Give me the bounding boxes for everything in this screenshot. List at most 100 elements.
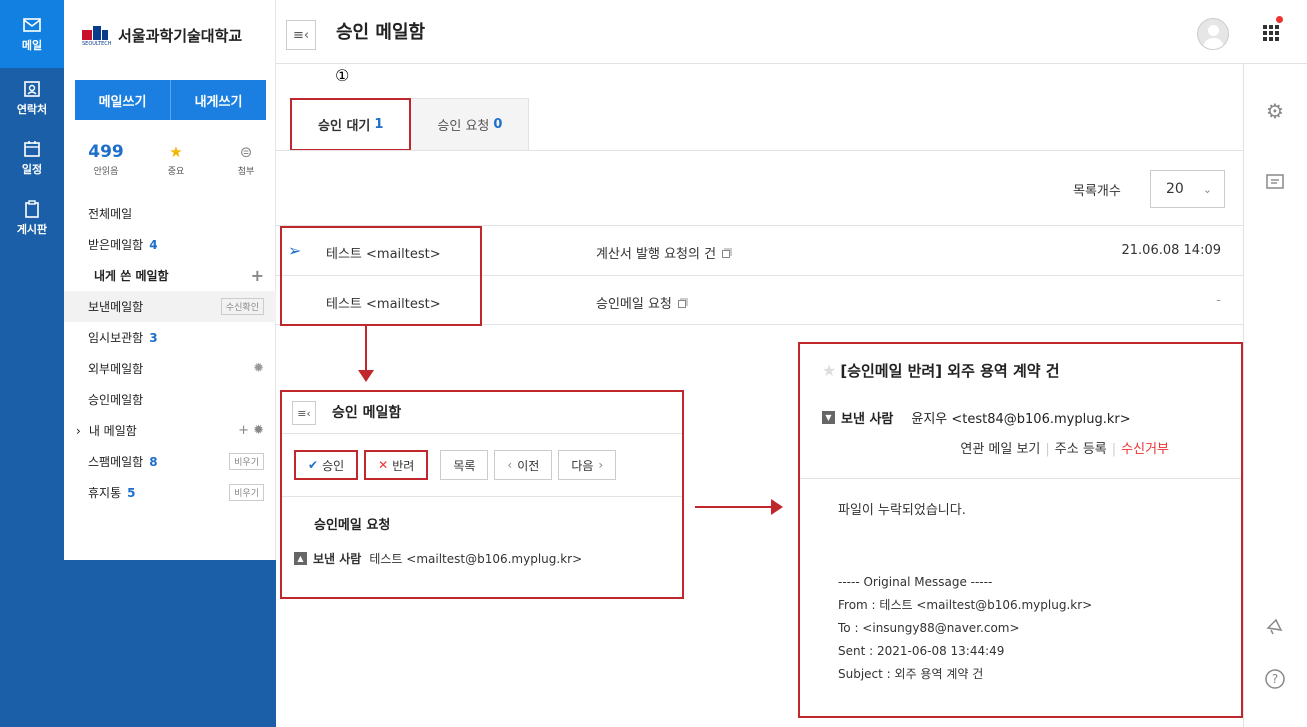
page-title: 승인 메일함 xyxy=(336,22,426,43)
mail-actions: 연관 메일 보기 | 주소 등록 | 수신거부 xyxy=(960,442,1169,457)
list-count-select[interactable]: 20 ⌄ xyxy=(1150,170,1225,208)
avatar[interactable] xyxy=(1197,18,1229,50)
chevron-right-icon: › xyxy=(598,458,604,472)
nav-label: 연락처 xyxy=(16,102,48,116)
nav-item-calendar[interactable]: 일정 xyxy=(0,128,64,188)
close-icon: ✕ xyxy=(378,458,389,472)
empty-trash-button[interactable]: 비우기 xyxy=(229,484,264,501)
nav-label: 일정 xyxy=(21,162,43,176)
app-grid-icon[interactable] xyxy=(1263,25,1279,41)
block-sender-link[interactable]: 수신거부 xyxy=(1121,442,1169,457)
inset-subject: 승인메일 요청 xyxy=(314,518,391,533)
mail-sidebar: SEOULTECH 서울과학기술대학교 메일쓰기 내게쓰기 499 안읽음 ★ … xyxy=(64,0,276,727)
popup-icon[interactable] xyxy=(722,250,731,258)
page-header: ≡‹ 승인 메일함 xyxy=(276,0,1307,64)
stat-unread[interactable]: 499 안읽음 xyxy=(86,140,126,177)
mailbox-trash[interactable]: 휴지통 5 비우기 xyxy=(64,477,276,508)
mail-title: ★ [승인메일 반려] 외주 용역 계약 건 xyxy=(822,361,1060,380)
list-count-label: 목록개수 xyxy=(1073,184,1121,199)
row-subject[interactable]: 승인메일 요청 xyxy=(596,293,686,312)
inset-toolbar: ✔ 승인 ✕ 반려 목록 ‹ 이전 다음 › xyxy=(294,450,617,480)
mailbox-approval[interactable]: 승인메일함 xyxy=(64,384,276,415)
mailbox-label: 전체메일 xyxy=(88,207,133,221)
orig-from: From : 테스트 <mailtest@b106.myplug.kr> xyxy=(838,598,1093,612)
tab-pending[interactable]: 승인 대기 1 xyxy=(290,98,412,151)
sender-address: 테스트 <mailtest@b106.myplug.kr> xyxy=(369,552,583,566)
row-date: 21.06.08 14:09 xyxy=(1121,243,1222,258)
announcement-icon[interactable] xyxy=(1264,616,1286,638)
original-message: ----- Original Message ----- From : 테스트 … xyxy=(838,571,1092,686)
stat-label: 첨부 xyxy=(237,167,255,177)
mailbox-label: 내 메일함 xyxy=(88,424,137,438)
mailbox-external[interactable]: 외부메일함 ✹ xyxy=(64,353,276,384)
stat-important[interactable]: ★ 중요 xyxy=(156,140,196,177)
mailbox-spam[interactable]: 스팸메일함 8 비우기 xyxy=(64,446,276,477)
gear-icon[interactable]: ✹ xyxy=(253,361,264,376)
mailbox-label: 승인메일함 xyxy=(88,393,144,407)
tab-count: 1 xyxy=(374,117,384,132)
mail-divider xyxy=(800,478,1241,479)
list-button[interactable]: 목록 xyxy=(440,450,489,480)
tab-requested[interactable]: 승인 요청 0 xyxy=(411,98,530,151)
write-to-self-button[interactable]: 내게쓰기 xyxy=(171,80,266,120)
add-icon[interactable]: + xyxy=(238,423,253,438)
read-receipt-button[interactable]: 수신확인 xyxy=(220,298,264,315)
write-buttons: 메일쓰기 내게쓰기 xyxy=(75,80,266,120)
add-icon[interactable]: + xyxy=(251,266,264,285)
approve-button[interactable]: ✔ 승인 xyxy=(294,450,359,480)
mail-stats: 499 안읽음 ★ 중요 ⊜ 첨부 xyxy=(86,140,266,177)
arrow-down xyxy=(365,326,367,374)
orig-sent: Sent : 2021-06-08 13:44:49 xyxy=(838,644,1005,658)
mailbox-all[interactable]: 전체메일 xyxy=(64,198,276,229)
stat-label: 중요 xyxy=(167,167,185,177)
mailbox-count: 3 xyxy=(149,331,158,345)
stat-attachment[interactable]: ⊜ 첨부 xyxy=(226,140,266,177)
mailbox-label: 보낸메일함 xyxy=(88,300,144,314)
highlight-senders xyxy=(280,226,482,326)
nav-item-board[interactable]: 게시판 xyxy=(0,188,64,248)
add-address-link[interactable]: 주소 등록 xyxy=(1055,442,1107,457)
nav-label: 게시판 xyxy=(16,222,48,236)
settings-gear-icon[interactable]: ⚙ xyxy=(1264,100,1286,122)
nav-item-mail[interactable]: 메일 xyxy=(0,0,64,68)
star-icon: ★ xyxy=(169,143,183,161)
star-icon[interactable]: ★ xyxy=(822,361,836,380)
chevron-right-icon[interactable]: › xyxy=(76,424,81,438)
next-button[interactable]: 다음 › xyxy=(558,450,617,480)
inset-divider xyxy=(282,496,682,497)
empty-spam-button[interactable]: 비우기 xyxy=(229,453,264,470)
expand-icon[interactable]: ▼ xyxy=(822,411,835,424)
svg-text:?: ? xyxy=(1272,672,1278,686)
paperclip-icon: ⊜ xyxy=(239,143,253,161)
mailbox-sent[interactable]: 보낸메일함 수신확인 xyxy=(64,291,276,322)
popup-icon[interactable] xyxy=(677,300,686,308)
collapse-icon[interactable]: ▲ xyxy=(294,552,307,565)
help-icon[interactable]: ? xyxy=(1264,668,1286,690)
app-nav: 메일 연락처 일정 게시판 xyxy=(0,0,64,727)
mailbox-self-sent[interactable]: 내게 쓴 메일함 + xyxy=(64,260,276,291)
mailbox-drafts[interactable]: 임시보관함 3 xyxy=(64,322,276,353)
gear-icon[interactable]: ✹ xyxy=(253,423,264,438)
sidebar-footer xyxy=(64,560,276,727)
chevron-left-icon: ‹ xyxy=(507,458,513,472)
compose-button[interactable]: 메일쓰기 xyxy=(75,80,171,120)
nav-item-contacts[interactable]: 연락처 xyxy=(0,68,64,128)
row-subject[interactable]: 계산서 발행 요청의 건 xyxy=(596,243,731,262)
related-mail-link[interactable]: 연관 메일 보기 xyxy=(960,442,1040,457)
tab-count: 0 xyxy=(493,117,503,132)
prev-button[interactable]: ‹ 이전 xyxy=(494,450,553,480)
mailbox-inbox[interactable]: 받은메일함 4 xyxy=(64,229,276,260)
mailbox-my-folders[interactable]: › 내 메일함 + ✹ xyxy=(64,415,276,446)
tab-label: 승인 대기 xyxy=(318,119,371,134)
sidebar-toggle-icon[interactable]: ≡‹ xyxy=(286,20,316,50)
sender-label: 보낸 사람 xyxy=(841,412,894,427)
logo-text: 서울과학기술대학교 xyxy=(118,26,243,45)
chat-icon[interactable] xyxy=(1264,172,1286,194)
right-rail: ⚙ ? xyxy=(1243,64,1307,727)
reject-button[interactable]: ✕ 반려 xyxy=(364,450,429,480)
orig-subject: Subject : 외주 용역 계약 건 xyxy=(838,667,984,681)
sidebar-toggle-icon[interactable]: ≡‹ xyxy=(292,401,316,425)
sender-label: 보낸 사람 xyxy=(313,552,362,566)
mailbox-count: 5 xyxy=(127,486,136,500)
inset-sender: ▲ 보낸 사람 테스트 <mailtest@b106.myplug.kr> xyxy=(294,550,582,567)
